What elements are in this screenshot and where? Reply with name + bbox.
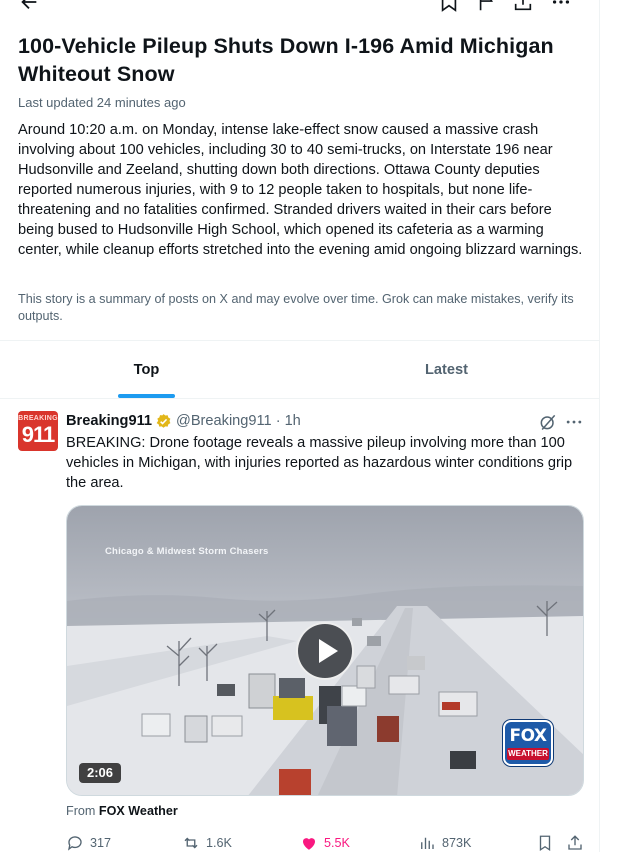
bookmark-icon[interactable]	[536, 834, 554, 852]
share-icon[interactable]	[566, 834, 584, 852]
verified-badge-icon	[156, 413, 171, 428]
share-icon[interactable]	[512, 0, 534, 13]
post-more-icon[interactable]	[564, 412, 584, 432]
media-source: From FOX Weather	[66, 804, 178, 818]
play-button[interactable]	[296, 622, 354, 680]
like-button[interactable]: 5.5K	[300, 832, 350, 852]
reply-button[interactable]: 317	[66, 832, 111, 852]
fox-weather-logo: FOX WEATHER	[503, 720, 553, 766]
post-actions: 317 1.6K 5.5K 873K	[66, 832, 590, 852]
story-headline: 100-Vehicle Pileup Shuts Down I-196 Amid…	[18, 34, 554, 86]
video-player[interactable]: Chicago & Midwest Storm Chasers 2:06 FOX…	[66, 505, 584, 796]
grok-disclaimer: This story is a summary of posts on X an…	[18, 292, 574, 323]
author-name[interactable]: Breaking911	[66, 413, 152, 429]
meta-separator: ·	[275, 413, 281, 429]
views-button[interactable]: 873K	[418, 832, 471, 852]
tab-top[interactable]: Top	[0, 341, 293, 399]
back-arrow-icon[interactable]	[18, 0, 40, 13]
video-duration: 2:06	[79, 763, 122, 783]
like-icon	[303, 838, 315, 850]
author-handle[interactable]: @Breaking911	[176, 413, 272, 429]
repost-button[interactable]: 1.6K	[182, 832, 232, 852]
from-label: From	[66, 804, 96, 818]
play-icon	[319, 639, 338, 663]
feed-tabs: Top Latest	[0, 341, 600, 399]
video-caption: Chicago & Midwest Storm Chasers	[105, 546, 269, 557]
views-count: 873K	[442, 836, 472, 850]
avatar-label-top: BREAKING	[18, 415, 58, 422]
tab-latest[interactable]: Latest	[293, 341, 600, 399]
post-time[interactable]: 1h	[285, 413, 301, 429]
post-header: Breaking911 @Breaking911 · 1h	[66, 411, 301, 431]
story-summary: Around 10:20 a.m. on Monday, intense lak…	[18, 122, 583, 258]
repost-count: 1.6K	[206, 836, 232, 850]
reply-count: 317	[90, 836, 112, 850]
avatar[interactable]: BREAKING 911	[18, 411, 58, 451]
grok-icon[interactable]	[538, 412, 558, 432]
logo-line-2: WEATHER	[507, 748, 549, 760]
source-link[interactable]: FOX Weather	[99, 804, 178, 818]
column-divider	[599, 0, 600, 852]
logo-line-1: FOX	[509, 726, 547, 746]
last-updated: Last updated 24 minutes ago	[18, 95, 186, 110]
repost-icon	[184, 837, 198, 849]
bookmark-icon[interactable]	[438, 0, 460, 13]
post-text: BREAKING: Drone footage reveals a massiv…	[66, 435, 573, 491]
reply-icon	[67, 836, 82, 851]
divider	[0, 398, 600, 399]
like-count: 5.5K	[324, 836, 350, 850]
more-icon[interactable]	[550, 0, 572, 13]
top-bar	[0, 0, 600, 18]
views-icon	[421, 837, 434, 849]
flag-icon[interactable]	[476, 0, 498, 13]
avatar-label-main: 911	[21, 422, 56, 447]
